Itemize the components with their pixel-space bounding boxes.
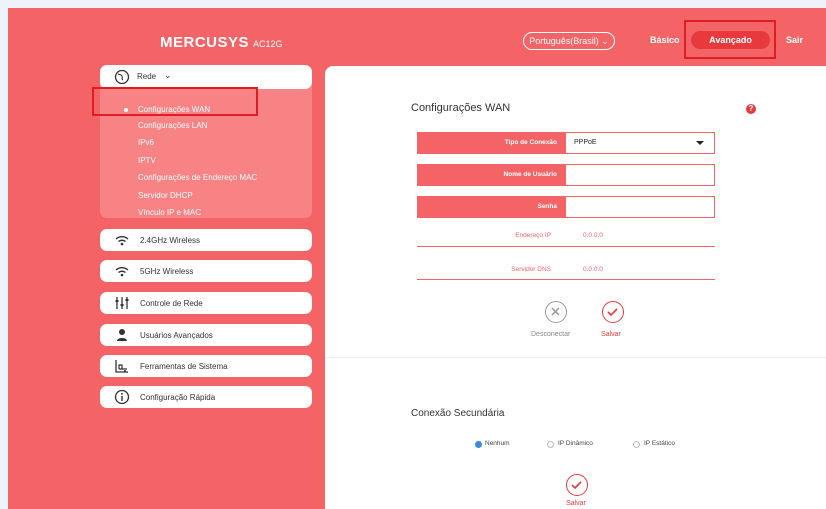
sidebar-subitem-mac[interactable]: Configurações de Endereço MAC	[138, 173, 257, 182]
sidebar-item-system-tools[interactable]: Ferramentas de Sistema	[100, 355, 312, 377]
nav-basic-link[interactable]: Básico	[650, 35, 680, 45]
secondary-save-label: Salvar	[566, 500, 586, 507]
chevron-down-icon: ⌄	[164, 70, 172, 80]
highlight-box-advanced	[684, 20, 776, 59]
sidebar-item-label: Configuração Rápida	[140, 393, 216, 402]
sidebar-subitem-lan[interactable]: Configurações LAN	[138, 121, 207, 130]
radio-static-ip-label: IP Estático	[644, 440, 675, 447]
sidebar-item-label: Usuários Avançados	[140, 331, 213, 340]
sidebar-subitem-ip-mac-binding[interactable]: Vínculo IP e MAC	[138, 208, 201, 217]
check-icon	[607, 308, 618, 317]
language-label: Português(Brasil)	[529, 36, 599, 46]
sidebar-item-label: 2.4GHz Wireless	[140, 236, 201, 245]
connection-type-select[interactable]: PPPoE	[565, 132, 715, 154]
radio-static-ip[interactable]	[633, 441, 640, 448]
help-icon[interactable]: ?	[746, 104, 756, 114]
save-button[interactable]	[602, 301, 624, 323]
disconnect-label: Desconectar	[531, 331, 571, 338]
close-icon	[551, 307, 560, 316]
info-icon	[114, 389, 130, 405]
sidebar-item-label: 5GHz Wireless	[140, 267, 194, 276]
sidebar-item-label: Ferramentas de Sistema	[140, 362, 228, 371]
sidebar-item-5ghz[interactable]: 5GHz Wireless	[100, 260, 312, 282]
radio-none[interactable]	[475, 441, 482, 448]
tools-icon	[115, 360, 128, 373]
check-icon	[571, 481, 582, 490]
sidebar-subitem-ipv6[interactable]: IPv6	[138, 138, 154, 147]
save-label: Salvar	[601, 331, 621, 338]
router-admin-window: MERCUSYS AC12G Português(Brasil) ⌄ Básico…	[8, 8, 826, 509]
model-name: AC12G	[253, 39, 283, 49]
wifi-icon	[115, 267, 129, 277]
highlight-box-wan	[92, 87, 258, 116]
username-label: Nome de Usuário	[417, 164, 565, 186]
globe-icon	[114, 69, 130, 85]
password-label: Senha	[417, 196, 565, 218]
sidebar-item-network-control[interactable]: Controle de Rede	[100, 292, 312, 314]
connection-type-value: PPPoE	[574, 139, 597, 146]
sidebar-item-network[interactable]: Rede ⌄	[100, 65, 312, 89]
dns-server-value: 0.0.0.0	[583, 266, 603, 273]
dns-server-label: Servidor DNS	[511, 266, 551, 273]
section-divider	[325, 357, 826, 358]
sidebar-subitem-iptv[interactable]: IPTV	[138, 156, 156, 165]
chevron-down-icon: ⌄	[601, 36, 609, 46]
divider	[417, 246, 715, 247]
nav-exit-link[interactable]: Sair	[786, 35, 803, 45]
sidebar-item-quick-setup[interactable]: Configuração Rápida	[100, 386, 312, 408]
radio-none-label: Nenhum	[485, 440, 510, 447]
username-field[interactable]	[565, 164, 715, 186]
page-title: Configurações WAN	[411, 102, 511, 114]
sliders-icon	[115, 297, 129, 309]
brand-logo: MERCUSYS AC12G	[160, 34, 283, 51]
divider	[417, 279, 715, 280]
wifi-icon	[115, 236, 129, 246]
ip-address-value: 0.0.0.0	[583, 232, 603, 239]
sidebar-item-advanced-users[interactable]: Usuários Avançados	[100, 324, 312, 346]
sidebar-subitem-dhcp[interactable]: Servidor DHCP	[138, 191, 193, 200]
sidebar-item-label: Controle de Rede	[140, 299, 203, 308]
sidebar-item-network-label: Rede	[137, 72, 157, 81]
radio-dynamic-ip-label: IP Dinâmico	[558, 440, 593, 447]
radio-dynamic-ip[interactable]	[547, 441, 554, 448]
disconnect-button[interactable]	[545, 301, 567, 323]
caret-down-icon	[696, 141, 704, 145]
user-icon	[117, 329, 127, 341]
main-panel: Configurações WAN ? Tipo de Conexão PPPo…	[325, 66, 826, 509]
sidebar-item-24ghz[interactable]: 2.4GHz Wireless	[100, 229, 312, 251]
secondary-connection-title: Conexão Secundária	[411, 408, 505, 419]
brand-name: MERCUSYS	[160, 34, 250, 51]
secondary-save-button[interactable]	[566, 474, 588, 496]
language-select[interactable]: Português(Brasil) ⌄	[523, 32, 615, 50]
ip-address-label: Endereço IP	[515, 232, 551, 239]
password-field[interactable]	[565, 196, 715, 218]
connection-type-label: Tipo de Conexão	[417, 132, 565, 154]
